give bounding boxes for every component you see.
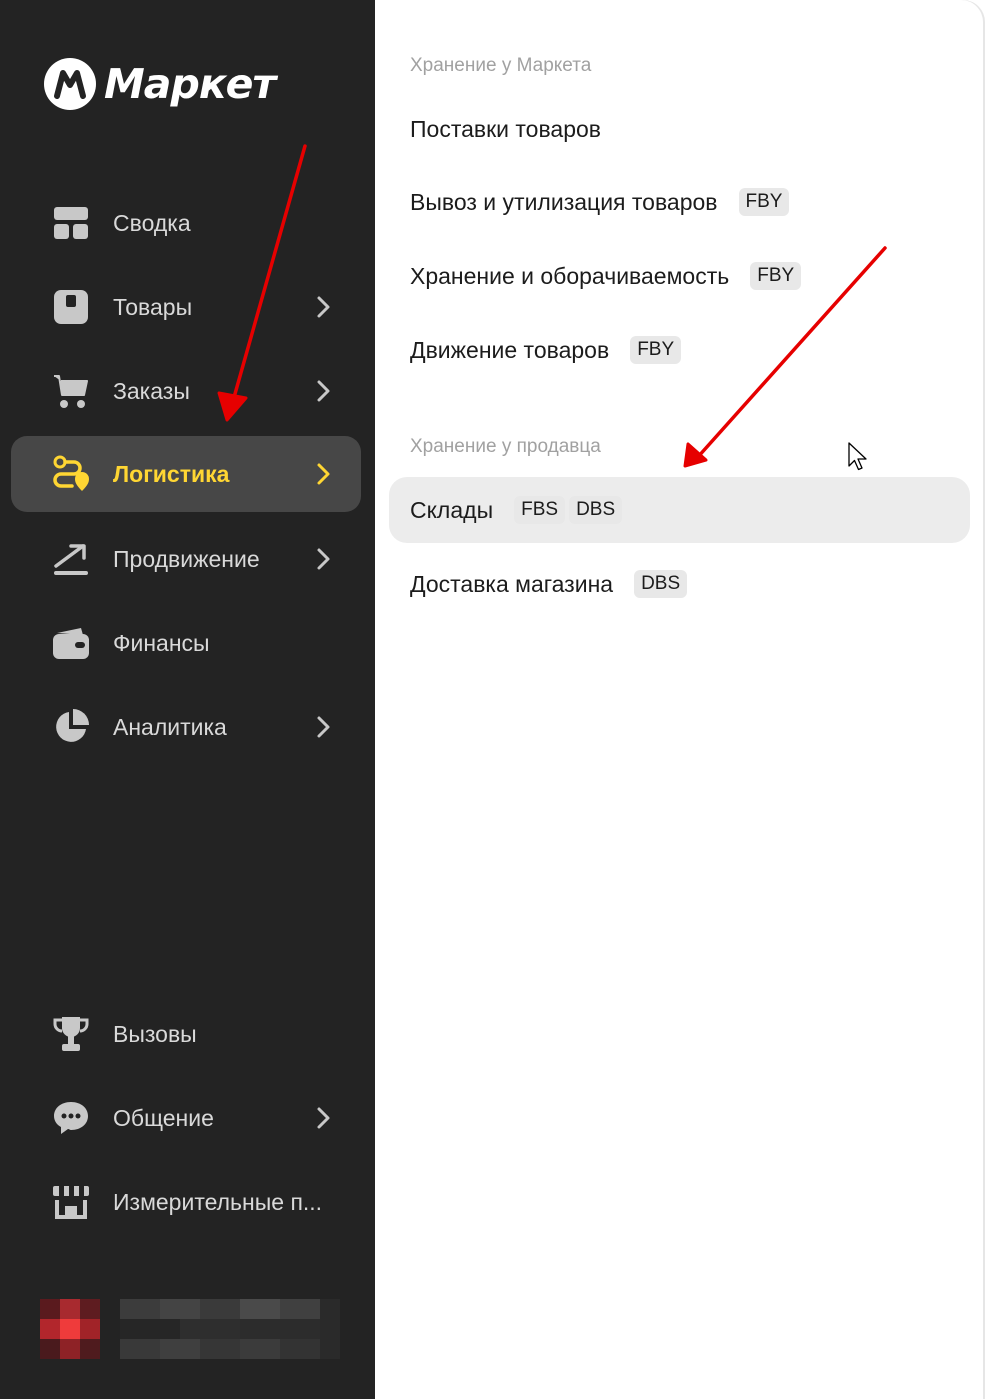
sidebar-item-label: Аналитика [113, 713, 227, 740]
sidebar-item-finansy[interactable]: Финансы [11, 605, 361, 681]
submenu-item-label: Вывоз и утилизация товаров [410, 188, 718, 215]
sidebar-item-tovary[interactable]: Товары [11, 269, 361, 345]
submenu-item-sklady[interactable]: Склады FBS DBS [389, 477, 970, 543]
chevron-right-icon [317, 380, 330, 402]
sidebar-item-label: Измерительные п... [113, 1188, 323, 1215]
brand-name: Маркет [104, 60, 276, 108]
sidebar-item-vyzovy[interactable]: Вызовы [11, 996, 361, 1072]
sidebar-item-svodka[interactable]: Сводка [11, 185, 361, 261]
wallet-icon [51, 623, 91, 663]
chevron-right-icon [317, 548, 330, 570]
sidebar-item-label: Логистика [113, 460, 230, 487]
badge-fby: FBY [738, 188, 790, 216]
logistics-submenu: Хранение у Маркета Поставки товаров Выво… [375, 0, 985, 1399]
submenu-item-hranenie[interactable]: Хранение и оборачиваемость FBY [389, 243, 970, 309]
dashboard-icon [51, 203, 91, 243]
sidebar-item-prodvizhenie[interactable]: Продвижение [11, 521, 361, 597]
market-logo-icon [44, 58, 96, 110]
trend-icon [51, 539, 91, 579]
sidebar-item-label: Продвижение [113, 545, 260, 572]
sidebar-item-logistika[interactable]: Логистика [11, 436, 361, 512]
sidebar-item-label: Общение [113, 1104, 214, 1131]
sidebar-item-zakazy[interactable]: Заказы [11, 353, 361, 429]
section-title-seller: Хранение у продавца [410, 436, 601, 457]
submenu-item-label: Хранение и оборачиваемость [410, 262, 730, 289]
submenu-item-label: Доставка магазина [410, 570, 614, 597]
sidebar-item-izmeritelnye[interactable]: Измерительные п... [11, 1164, 361, 1240]
sidebar-item-analitika[interactable]: Аналитика [11, 689, 361, 765]
trophy-icon [51, 1014, 91, 1054]
sidebar-item-label: Сводка [113, 209, 191, 236]
store-icon [51, 1182, 91, 1222]
pie-chart-icon [51, 707, 91, 747]
submenu-item-dvizhenie[interactable]: Движение товаров FBY [389, 317, 970, 383]
submenu-item-vyvoz[interactable]: Вывоз и утилизация товаров FBY [389, 169, 970, 235]
submenu-item-label: Склады [410, 496, 494, 523]
chevron-right-icon [317, 1107, 330, 1129]
box-icon [51, 287, 91, 327]
submenu-item-label: Движение товаров [410, 336, 610, 363]
submenu-item-postavki[interactable]: Поставки товаров [389, 96, 970, 162]
sidebar: Маркет Сводка Товары Заказы Логистика Пр… [0, 0, 375, 1399]
avatar[interactable] [40, 1299, 100, 1359]
chevron-right-icon [317, 463, 330, 485]
market-logo[interactable]: Маркет [44, 58, 276, 110]
sidebar-item-label: Заказы [113, 377, 190, 404]
chat-icon [51, 1098, 91, 1138]
sidebar-item-obshchenie[interactable]: Общение [11, 1080, 361, 1156]
badge-fbs: FBS [514, 496, 566, 524]
sidebar-item-label: Финансы [113, 629, 210, 656]
submenu-item-label: Поставки товаров [410, 115, 602, 142]
badge-fby: FBY [750, 262, 802, 290]
section-title-market: Хранение у Маркета [410, 55, 592, 76]
user-name-blurred [120, 1299, 340, 1359]
mouse-cursor-icon [848, 442, 867, 471]
cart-icon [51, 371, 91, 411]
sidebar-item-label: Вызовы [113, 1020, 197, 1047]
chevron-right-icon [317, 716, 330, 738]
submenu-item-dostavka[interactable]: Доставка магазина DBS [389, 551, 970, 617]
route-icon [51, 454, 91, 494]
badge-dbs: DBS [569, 496, 623, 524]
badge-fby: FBY [630, 336, 682, 364]
chevron-right-icon [317, 296, 330, 318]
sidebar-item-label: Товары [113, 293, 193, 320]
badge-dbs: DBS [634, 570, 688, 598]
